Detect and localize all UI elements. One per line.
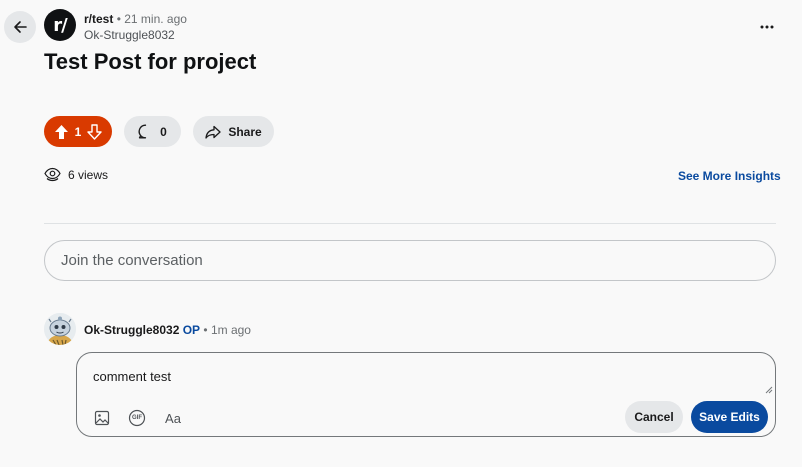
comment-editor: comment test GIF Aa Cancel Save Edits <box>76 352 776 437</box>
share-label: Share <box>228 124 262 139</box>
avatar[interactable] <box>44 313 76 345</box>
post-author[interactable]: Ok-Struggle8032 <box>84 28 175 42</box>
more-options-button[interactable] <box>752 14 782 40</box>
cancel-button[interactable]: Cancel <box>625 401 683 433</box>
views-icon <box>44 167 61 182</box>
divider <box>44 223 776 224</box>
resize-handle[interactable] <box>765 386 773 394</box>
upvote-icon <box>54 124 68 139</box>
downvote-button[interactable] <box>87 123 103 140</box>
post-title: Test Post for project <box>44 49 257 74</box>
comment-icon <box>138 124 147 139</box>
op-badge: OP <box>182 323 201 337</box>
comment-count: 0 <box>160 124 167 139</box>
more-options-icon <box>760 25 774 29</box>
views-row: 6 views <box>44 167 108 182</box>
snoo-avatar-icon <box>44 313 76 345</box>
comment-meta: Ok-Struggle8032 OP • 1m ago <box>84 323 251 337</box>
image-icon <box>94 410 110 426</box>
comment-time: 1m ago <box>210 323 251 337</box>
upvote-button[interactable] <box>54 124 69 140</box>
insert-gif-button[interactable]: GIF <box>128 409 146 427</box>
subreddit-link[interactable]: r/test <box>84 12 113 26</box>
comment-edit-field[interactable]: comment test <box>93 369 753 395</box>
formatting-button[interactable]: Aa <box>164 409 182 427</box>
back-button[interactable] <box>4 11 36 43</box>
insert-image-button[interactable] <box>93 409 111 427</box>
save-edits-button[interactable]: Save Edits <box>691 401 768 433</box>
join-conversation-input[interactable] <box>44 240 776 281</box>
meta-separator: • <box>203 323 211 337</box>
subreddit-avatar[interactable]: r/ <box>44 9 76 41</box>
comment-author[interactable]: Ok-Struggle8032 <box>84 323 179 337</box>
vote-count: 1 <box>74 124 82 139</box>
views-count: 6 views <box>68 167 109 182</box>
downvote-icon <box>87 123 103 140</box>
post-time: 21 min. ago <box>124 12 187 26</box>
see-more-insights-link[interactable]: See More Insights <box>678 169 781 183</box>
comments-button[interactable]: 0 <box>124 116 181 147</box>
formatting-label: Aa <box>165 410 181 426</box>
share-icon <box>205 125 221 139</box>
share-button[interactable]: Share <box>193 116 274 147</box>
post-meta: r/test • 21 min. ago <box>84 12 187 26</box>
back-arrow-icon <box>14 21 27 33</box>
gif-label: GIF <box>132 415 142 421</box>
vote-pill: 1 <box>44 116 112 147</box>
subreddit-avatar-glyph: r/ <box>53 14 67 36</box>
